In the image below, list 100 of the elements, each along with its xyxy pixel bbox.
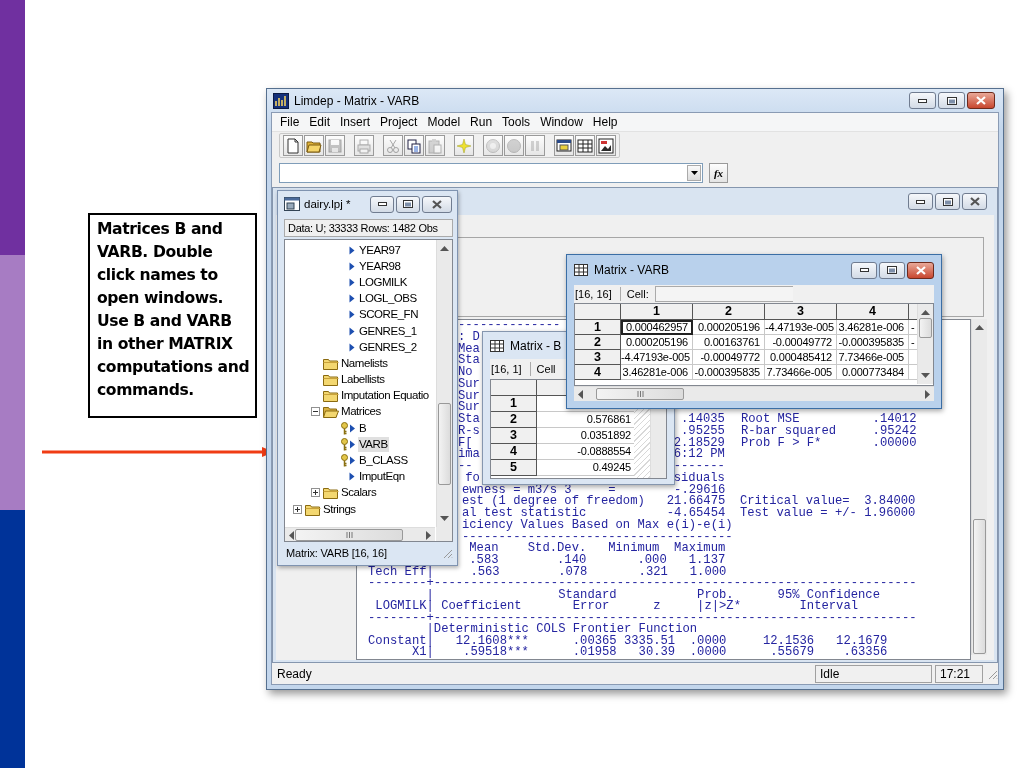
tree-item[interactable]: B_CLASS xyxy=(358,453,409,469)
output-line: X1| .59518*** .01958 30.39 .0000 .55679 .63356 xyxy=(411,647,888,659)
window-title: Matrix - B xyxy=(510,338,562,353)
table-cell[interactable]: 0.00163761 xyxy=(693,335,765,350)
menu-item[interactable]: Insert xyxy=(335,114,376,130)
menu-item[interactable]: Project xyxy=(375,114,423,130)
table-cell[interactable]: -4.47193e-005 xyxy=(765,320,837,335)
row-header[interactable]: 1 xyxy=(575,320,621,335)
tree-item[interactable]: LOGL_OBS xyxy=(358,291,418,307)
menu-item[interactable]: Edit xyxy=(304,114,336,130)
tree-item[interactable]: Strings xyxy=(322,501,357,517)
table-cell[interactable]: -0.000395835 xyxy=(837,335,909,350)
table-cell[interactable]: -0.00049772 xyxy=(765,335,837,350)
tree-item[interactable]: Imputation Equatio xyxy=(340,388,430,404)
output-text: Sta xyxy=(457,355,480,367)
output-text: R-s xyxy=(457,425,480,438)
output-line: LOGMILK| Coefficient Error z |z|>Z* Interval xyxy=(374,601,859,613)
row-header[interactable]: 2 xyxy=(491,412,537,428)
column-header[interactable]: 2 xyxy=(693,304,765,320)
output-text: Prob F > F* .00000 xyxy=(740,437,917,450)
tree-item[interactable]: LOGMILK xyxy=(358,274,408,290)
data-info: Data: U; 33333 Rows: 1482 Obs xyxy=(284,219,453,237)
tree-item[interactable]: Scalars xyxy=(340,485,378,501)
row-header[interactable]: 1 xyxy=(491,396,537,412)
status-panel: Idle xyxy=(815,664,932,683)
window-title: dairy.lpj * xyxy=(304,198,351,210)
matrix-size: [16, 16] xyxy=(574,287,621,301)
table-cell[interactable]: 3.46281e-006 xyxy=(621,365,693,380)
output-line: Mean Std.Dev. Minimum Maximum xyxy=(468,543,726,555)
table-cell[interactable]: 0.000205196 xyxy=(621,335,693,350)
cell-label: Cell xyxy=(535,363,556,375)
status-text: Matrix: VARB [16, 16] xyxy=(286,547,387,559)
output-text: Sur xyxy=(457,378,480,391)
output-line: .583 .140 .000 1.137 xyxy=(468,555,726,567)
tree-item[interactable]: ImputEqn xyxy=(358,469,406,485)
tree-item[interactable]: Matrices xyxy=(340,404,382,420)
menu-item[interactable]: Window xyxy=(535,114,588,130)
table-cell[interactable]: -4.47193e-005 xyxy=(621,350,693,365)
output-text: 6:12 PM xyxy=(673,449,725,461)
output-text: : D xyxy=(457,331,480,344)
output-text: ------- xyxy=(673,461,725,473)
tree-item[interactable]: GENRES_1 xyxy=(358,323,418,339)
output-text: No xyxy=(457,367,473,379)
output-text: -- xyxy=(457,461,473,473)
output-text: -------------- xyxy=(457,320,561,332)
matrix-size: [16, 1] xyxy=(490,362,531,376)
menu-item[interactable]: Model xyxy=(422,114,466,130)
tree-item[interactable]: B xyxy=(358,420,368,436)
row-header[interactable]: 3 xyxy=(491,428,537,444)
column-header[interactable]: 1 xyxy=(621,304,693,320)
tree-item[interactable]: YEAR98 xyxy=(358,258,402,274)
row-header[interactable]: 4 xyxy=(491,444,537,460)
menu-item[interactable]: Run xyxy=(465,114,498,130)
row-header[interactable]: 4 xyxy=(575,365,621,380)
table-cell[interactable]: 0.000773484 xyxy=(837,365,909,380)
output-text: ima xyxy=(457,449,480,461)
output-text: R-bar squared .95242 xyxy=(740,425,917,438)
tree-item[interactable]: SCORE_FN xyxy=(358,307,420,323)
tree-item[interactable]: GENRES_2 xyxy=(358,339,418,355)
output-line: --------+------------------------------------------------------------------ xyxy=(368,578,917,590)
output-text: Sur xyxy=(457,402,480,414)
output-text: .95255 xyxy=(681,425,725,438)
table-cell[interactable]: 3.46281e-006 xyxy=(837,320,909,335)
output-text: siduals xyxy=(673,472,725,485)
menu-item[interactable]: File xyxy=(275,114,305,130)
table-cell[interactable]: 0.000462957 xyxy=(621,320,693,335)
row-header[interactable]: 2 xyxy=(575,335,621,350)
output-text: F[ xyxy=(457,437,473,450)
menu-item[interactable]: Help xyxy=(587,114,623,130)
table-cell[interactable]: 7.73466e-005 xyxy=(765,365,837,380)
output-text: Sta xyxy=(457,414,480,426)
column-header[interactable]: 4 xyxy=(837,304,909,320)
tree-item[interactable]: YEAR97 xyxy=(358,242,402,258)
output-line: iciency Values Based on Max e(i)-e(i) xyxy=(461,519,733,532)
row-header[interactable]: 5 xyxy=(491,460,537,476)
output-text: .14035 xyxy=(681,414,725,426)
output-text: Root MSE .14012 xyxy=(740,414,917,426)
output-line: est (1 degree of freedom) 21.66475 Critical value= 3.84000 xyxy=(461,496,916,508)
tree-item[interactable]: Labellists xyxy=(340,372,386,388)
window-title: Matrix - VARB xyxy=(594,263,670,277)
table-cell[interactable]: -0.00049772 xyxy=(693,350,765,365)
cell-label: Cell: xyxy=(625,288,649,300)
output-line: |Deterministic COLS Frontier Function xyxy=(426,624,698,636)
table-cell[interactable]: -0.000395835 xyxy=(693,365,765,380)
output-line: Tech Eff| .563 .078 .321 1.000 xyxy=(368,566,727,579)
function-button[interactable]: fx xyxy=(709,163,728,183)
tree-item[interactable]: Namelists xyxy=(340,355,389,371)
table-cell[interactable]: 0.000485412 xyxy=(765,350,837,365)
status-panel: 17:21 xyxy=(935,664,983,683)
menu-item[interactable]: Tools xyxy=(497,114,536,130)
callout-text: Matrices B and VARB. Double click names to open windows. Use B and VARB in other MATRIX computations and commands. xyxy=(97,219,250,401)
window-title: Limdep - Matrix - VARB xyxy=(294,93,420,108)
output-text: fo xyxy=(464,472,480,485)
status-text: Ready xyxy=(277,666,312,681)
table-cell[interactable]: 0.000205196 xyxy=(693,320,765,335)
table-cell[interactable]: 7.73466e-005 xyxy=(837,350,909,365)
output-line: al test statistic -4.65454 Test value = +/- 1.96000 xyxy=(461,508,916,520)
row-header[interactable]: 3 xyxy=(575,350,621,365)
tree-item[interactable]: VARB xyxy=(358,436,389,452)
column-header[interactable]: 3 xyxy=(765,304,837,320)
